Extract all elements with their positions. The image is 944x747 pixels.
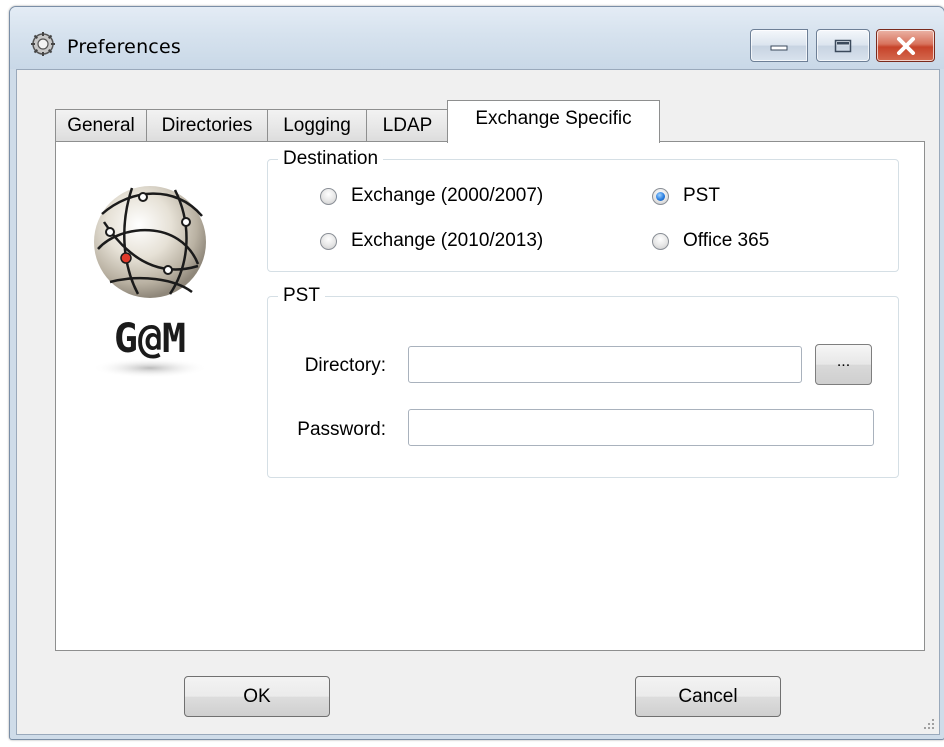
logo-text: G@M <box>114 316 186 362</box>
radio-exchange-2010-2013[interactable]: Exchange (2010/2013) <box>320 230 543 252</box>
minimize-button[interactable] <box>750 29 808 62</box>
ok-button[interactable]: OK <box>184 676 330 717</box>
gam-logo: G@M <box>92 186 208 378</box>
radio-button[interactable] <box>652 232 669 250</box>
maximize-icon <box>834 39 852 52</box>
radio-button[interactable] <box>320 187 337 205</box>
tab-label: Logging <box>283 115 351 136</box>
browse-directory-button[interactable]: ... <box>815 344 872 385</box>
directory-input[interactable] <box>408 346 802 383</box>
tab-ldap[interactable]: LDAP <box>366 109 449 142</box>
size-grip-icon[interactable] <box>923 718 935 730</box>
tab-label: LDAP <box>382 115 433 136</box>
tab-page-exchange-specific: G@M Destination Exchange (2000/2007) PST… <box>55 141 925 651</box>
tab-general[interactable]: General <box>55 109 147 142</box>
tab-label: Directories <box>161 115 253 136</box>
preferences-window: Preferences General Directories Logging … <box>9 6 944 740</box>
tab-directories[interactable]: Directories <box>146 109 268 142</box>
pst-legend: PST <box>278 285 325 307</box>
radio-pst[interactable]: PST <box>652 185 720 207</box>
browse-label: ... <box>836 352 851 370</box>
title-bar[interactable]: Preferences <box>10 7 944 69</box>
password-input[interactable] <box>408 409 874 446</box>
directory-label: Directory: <box>304 355 386 376</box>
tab-logging[interactable]: Logging <box>267 109 367 142</box>
ok-label: OK <box>243 685 271 707</box>
radio-button[interactable] <box>320 232 337 250</box>
cancel-button[interactable]: Cancel <box>635 676 781 717</box>
radio-exchange-2000-2007[interactable]: Exchange (2000/2007) <box>320 185 543 207</box>
maximize-button[interactable] <box>816 29 870 62</box>
destination-group: Destination Exchange (2000/2007) PST Exc… <box>267 148 899 272</box>
tab-label: Exchange Specific <box>475 108 632 129</box>
tab-label: General <box>67 115 135 136</box>
tab-exchange-specific[interactable]: Exchange Specific <box>447 100 660 143</box>
radio-label: PST <box>683 185 720 206</box>
radio-label: Office 365 <box>683 230 770 251</box>
radio-button[interactable] <box>652 187 669 205</box>
radio-label: Exchange (2000/2007) <box>351 185 544 206</box>
close-button[interactable] <box>876 29 935 62</box>
minimize-icon <box>770 45 788 50</box>
dialog-client-area: General Directories Logging LDAP Exchang… <box>16 69 940 735</box>
close-icon <box>896 36 915 55</box>
cancel-label: Cancel <box>678 685 738 707</box>
pst-group: PST Directory: ... Password: <box>267 285 899 478</box>
radio-office-365[interactable]: Office 365 <box>652 230 769 252</box>
app-gear-icon <box>31 32 55 56</box>
radio-label: Exchange (2010/2013) <box>351 230 544 251</box>
password-label: Password: <box>297 419 386 440</box>
destination-legend: Destination <box>278 148 384 170</box>
window-title: Preferences <box>67 36 181 58</box>
